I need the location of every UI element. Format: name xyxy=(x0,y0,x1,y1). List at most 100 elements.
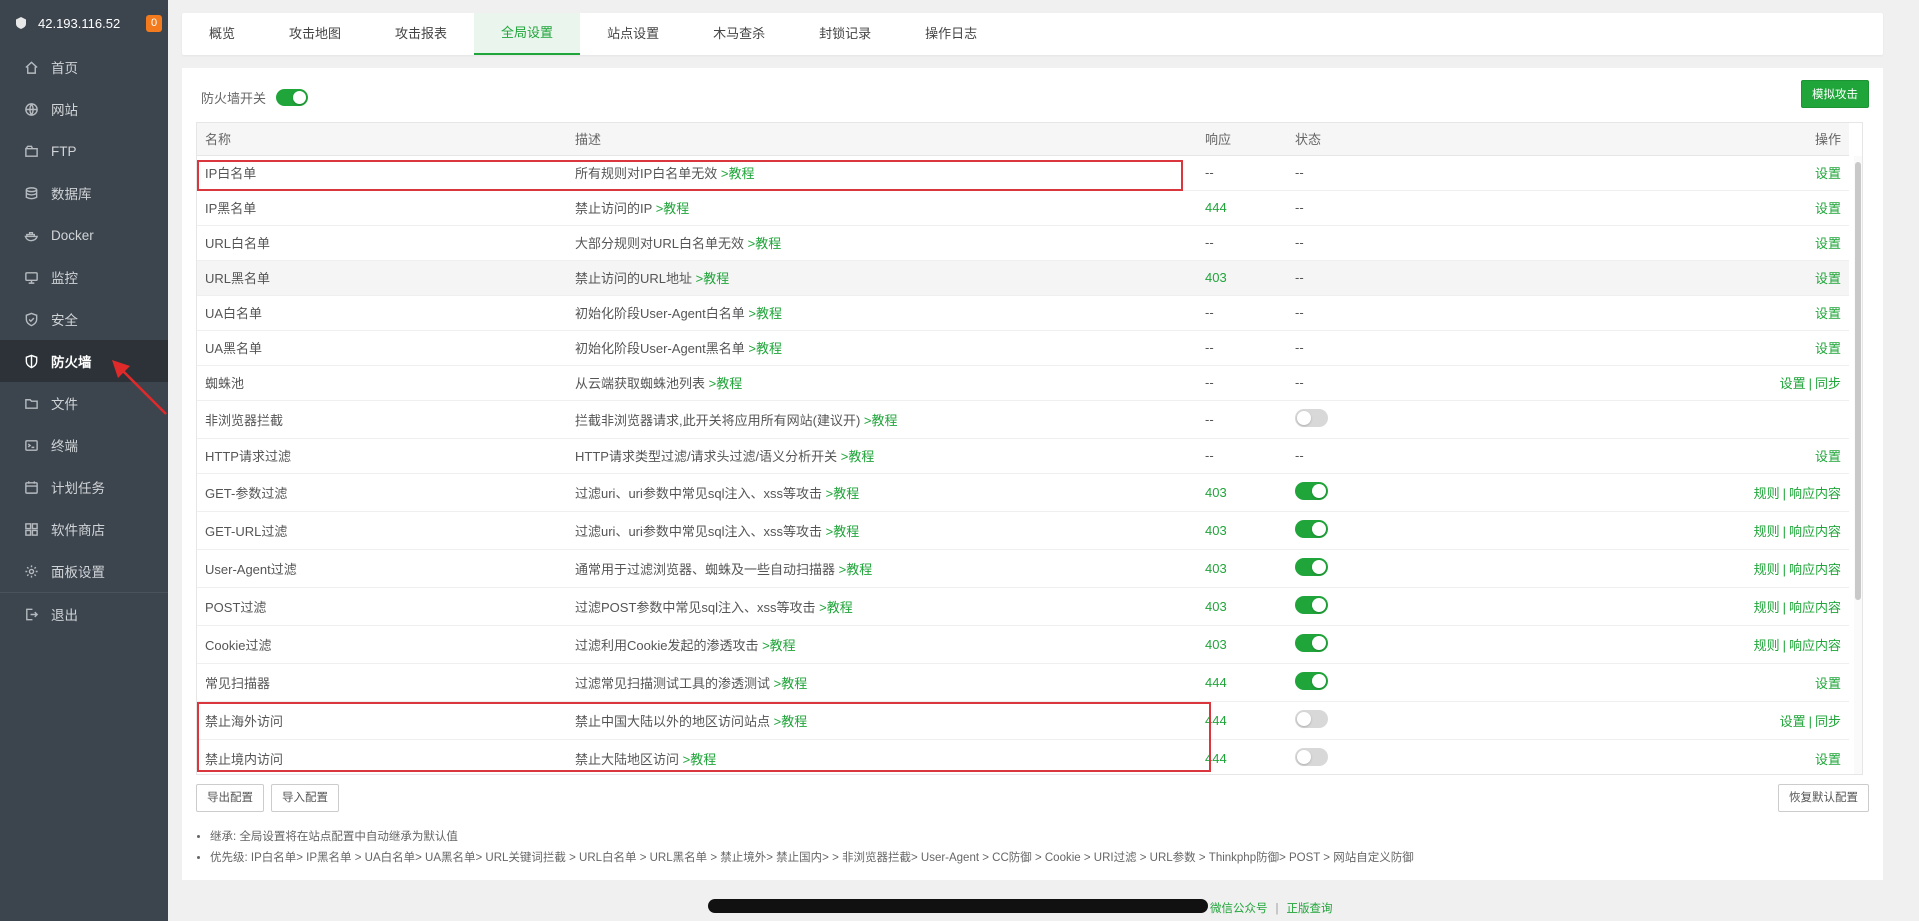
sidebar-item-shield[interactable]: 安全 xyxy=(0,298,168,340)
rule-desc-text: 禁止访问的IP xyxy=(575,201,653,216)
rule-response: 444 xyxy=(1197,190,1287,226)
tab-5[interactable]: 木马查杀 xyxy=(686,13,792,55)
tutorial-link[interactable]: >教程 xyxy=(774,714,808,729)
sidebar-item-gear[interactable]: 面板设置 xyxy=(0,550,168,592)
tutorial-link[interactable]: >教程 xyxy=(748,236,782,251)
row-action-link[interactable]: 响应内容 xyxy=(1789,638,1841,653)
row-action-link[interactable]: 规则 xyxy=(1754,524,1780,539)
rule-toggle[interactable] xyxy=(1295,595,1328,614)
tutorial-link[interactable]: >教程 xyxy=(683,752,717,767)
rule-toggle[interactable] xyxy=(1295,671,1328,690)
rule-desc-text: 禁止中国大陆以外的地区访问站点 xyxy=(575,713,771,729)
row-action-link[interactable]: 设置 xyxy=(1815,752,1841,767)
tutorial-link[interactable]: >教程 xyxy=(696,271,730,286)
row-action-link[interactable]: 规则 xyxy=(1754,486,1780,501)
table-row: Cookie过滤 过滤利用Cookie发起的渗透攻击 >教程 403 规则 | 响应内容 xyxy=(197,625,1849,664)
tutorial-link[interactable]: >教程 xyxy=(839,562,873,577)
rule-toggle[interactable] xyxy=(1295,709,1328,728)
sidebar-item-terminal[interactable]: 终端 xyxy=(0,424,168,466)
rule-response: -- xyxy=(1197,225,1287,261)
tutorial-link[interactable]: >教程 xyxy=(864,413,898,428)
rule-name: URL白名单 xyxy=(197,225,567,261)
row-action-link[interactable]: 响应内容 xyxy=(1789,524,1841,539)
table-scrollbar-thumb[interactable] xyxy=(1855,162,1861,600)
sidebar-item-calendar[interactable]: 计划任务 xyxy=(0,466,168,508)
row-action-link[interactable]: 设置 xyxy=(1815,341,1841,356)
table-scrollbar[interactable] xyxy=(1854,156,1862,774)
row-action-link[interactable]: 设置 xyxy=(1815,236,1841,251)
import-config-button[interactable]: 导入配置 xyxy=(271,784,339,812)
rule-toggle[interactable] xyxy=(1295,481,1328,500)
col-status: 状态 xyxy=(1287,123,1387,156)
rule-name: URL黑名单 xyxy=(197,260,567,296)
sidebar-item-globe[interactable]: 网站 xyxy=(0,88,168,130)
rule-toggle[interactable] xyxy=(1295,747,1328,766)
rule-toggle[interactable] xyxy=(1295,633,1328,652)
row-action-link[interactable]: 设置 xyxy=(1815,201,1841,216)
row-action-link[interactable]: 设置 xyxy=(1815,449,1841,464)
row-action-link[interactable]: 设置 xyxy=(1780,376,1806,391)
tab-2[interactable]: 攻击报表 xyxy=(368,13,474,55)
sidebar-item-monitor[interactable]: 监控 xyxy=(0,256,168,298)
row-action-link[interactable]: 同步 xyxy=(1815,376,1841,391)
sidebar-item-logout[interactable]: 退出 xyxy=(0,593,168,635)
sidebar-item-apps[interactable]: 软件商店 xyxy=(0,508,168,550)
row-action-link[interactable]: 响应内容 xyxy=(1789,600,1841,615)
tab-3[interactable]: 全局设置 xyxy=(474,13,581,55)
restore-default-button[interactable]: 恢复默认配置 xyxy=(1778,784,1869,812)
tab-6[interactable]: 封锁记录 xyxy=(792,13,898,55)
action-divider: | xyxy=(1808,713,1812,729)
sidebar-item-database[interactable]: 数据库 xyxy=(0,172,168,214)
row-action-link[interactable]: 设置 xyxy=(1780,714,1806,729)
row-action-link[interactable]: 设置 xyxy=(1815,166,1841,181)
export-config-button[interactable]: 导出配置 xyxy=(196,784,264,812)
tutorial-link[interactable]: >教程 xyxy=(762,638,796,653)
sidebar-item-ftp[interactable]: FTP xyxy=(0,130,168,172)
tutorial-link[interactable]: >教程 xyxy=(748,341,782,356)
tutorial-link[interactable]: >教程 xyxy=(721,166,755,181)
tutorial-link[interactable]: >教程 xyxy=(819,600,853,615)
tutorial-link[interactable]: >教程 xyxy=(774,676,808,691)
tutorial-link[interactable]: >教程 xyxy=(841,449,875,464)
tutorial-link[interactable]: >教程 xyxy=(826,524,860,539)
row-action-link[interactable]: 响应内容 xyxy=(1789,562,1841,577)
tab-7[interactable]: 操作日志 xyxy=(898,13,1004,55)
tutorial-link[interactable]: >教程 xyxy=(748,306,782,321)
sidebar-item-home[interactable]: 首页 xyxy=(0,46,168,88)
tab-4[interactable]: 站点设置 xyxy=(580,13,686,55)
footer: 微信公众号 | 正版查询 xyxy=(168,895,1919,921)
row-action-link[interactable]: 规则 xyxy=(1754,600,1780,615)
sidebar-item-label: 防火墙 xyxy=(51,355,92,370)
simulate-attack-button[interactable]: 模拟攻击 xyxy=(1801,80,1869,108)
row-action-link[interactable]: 设置 xyxy=(1815,271,1841,286)
row-action-link[interactable]: 设置 xyxy=(1815,676,1841,691)
sidebar-item-label: 文件 xyxy=(51,397,78,412)
wechat-link[interactable]: 微信公众号 xyxy=(1210,903,1268,915)
rule-desc-text: 禁止访问的URL地址 xyxy=(575,271,693,286)
tutorial-link[interactable]: >教程 xyxy=(656,201,690,216)
genuine-check-link[interactable]: 正版查询 xyxy=(1287,903,1333,915)
sidebar-item-docker[interactable]: Docker xyxy=(0,214,168,256)
rule-toggle[interactable] xyxy=(1295,519,1328,538)
firewall-switch-toggle[interactable] xyxy=(276,89,309,106)
rule-status xyxy=(1287,701,1387,740)
row-action-link[interactable]: 响应内容 xyxy=(1789,486,1841,501)
row-action-link[interactable]: 规则 xyxy=(1754,562,1780,577)
table-row: 常见扫描器 过滤常见扫描测试工具的渗透测试 >教程 444 设置 xyxy=(197,663,1849,702)
tab-1[interactable]: 攻击地图 xyxy=(262,13,368,55)
redacted-area xyxy=(708,899,1208,913)
row-action-link[interactable]: 设置 xyxy=(1815,306,1841,321)
tutorial-link[interactable]: >教程 xyxy=(709,376,743,391)
notification-badge[interactable]: 0 xyxy=(146,14,162,32)
action-divider: | xyxy=(1782,561,1786,577)
sidebar-item-label: FTP xyxy=(51,143,77,159)
row-action-link[interactable]: 同步 xyxy=(1815,714,1841,729)
rule-toggle[interactable] xyxy=(1295,557,1328,576)
rule-desc-text: 拦截非浏览器请求,此开关将应用所有网站(建议开) xyxy=(575,412,861,428)
row-action-link[interactable]: 规则 xyxy=(1754,638,1780,653)
sidebar-item-label: 面板设置 xyxy=(51,565,105,580)
rule-toggle[interactable] xyxy=(1295,408,1328,427)
tutorial-link[interactable]: >教程 xyxy=(826,486,860,501)
tab-0[interactable]: 概览 xyxy=(182,13,262,55)
rule-response: 403 xyxy=(1197,549,1287,588)
